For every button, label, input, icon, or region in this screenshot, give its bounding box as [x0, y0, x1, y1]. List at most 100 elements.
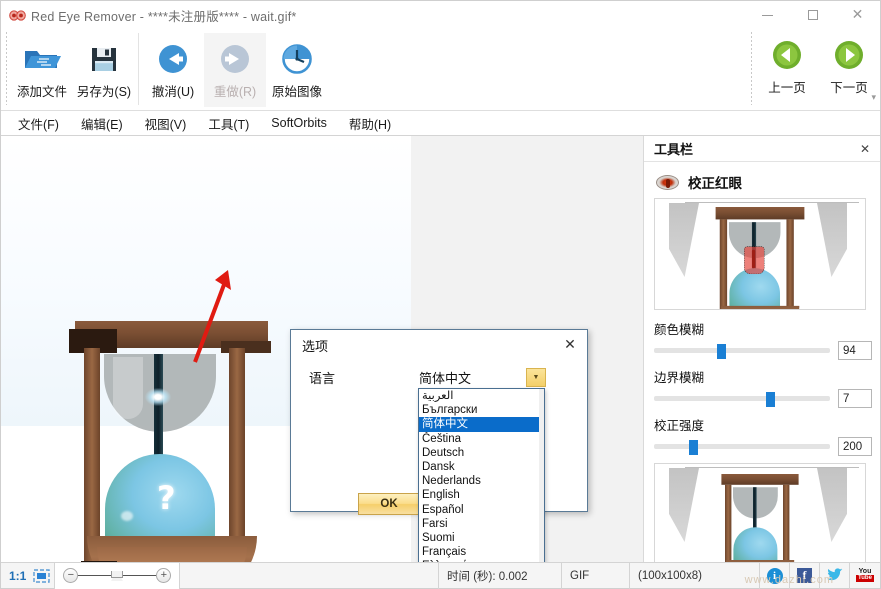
undo-button[interactable]: 撤消(U)	[142, 33, 204, 107]
info-button[interactable]: i	[760, 563, 790, 589]
dropdown-scrollbar[interactable]	[539, 389, 544, 562]
prev-page-label: 上一页	[768, 77, 806, 96]
slider-color-blur-track[interactable]	[654, 344, 830, 358]
preview-hourglass-1	[713, 207, 807, 310]
facebook-icon: f	[797, 568, 812, 583]
language-option[interactable]: Български	[419, 403, 544, 417]
original-image-label: 原始图像	[272, 81, 322, 100]
preview-thumbnail-1[interactable]	[654, 198, 866, 310]
floppy-save-icon	[89, 39, 119, 79]
zoom-in-button[interactable]: +	[156, 568, 171, 583]
tool-panel: 工具栏 ✕ 校正红眼	[644, 136, 880, 562]
active-tool-name: 校正红眼	[688, 172, 742, 192]
language-selected-value: 简体中文	[419, 368, 526, 387]
info-icon: i	[767, 568, 783, 584]
slider-edge-blur-track[interactable]	[654, 392, 830, 406]
format-cell: GIF	[562, 563, 630, 589]
slider-color-blur: 颜色模糊 94	[654, 319, 872, 360]
menu-bar: 文件(F) 编辑(E) 视图(V) 工具(T) SoftOrbits 帮助(H)	[1, 111, 880, 136]
image-canvas[interactable]: ? 选项 ✕ 语言	[1, 136, 644, 562]
slider-edge-blur-value[interactable]: 7	[838, 389, 872, 408]
redo-label: 重做(R)	[214, 81, 256, 100]
menu-help[interactable]: 帮助(H)	[338, 111, 402, 136]
menu-tools[interactable]: 工具(T)	[197, 111, 260, 136]
open-folder-icon	[23, 39, 61, 79]
social-links: i f You Tube	[760, 563, 880, 589]
undo-label: 撤消(U)	[152, 81, 194, 100]
language-option[interactable]: Ελληνικά	[419, 559, 544, 562]
youtube-icon-bottom: Tube	[856, 575, 874, 582]
language-option[interactable]: Farsi	[419, 517, 544, 531]
slider-color-blur-thumb[interactable]	[717, 344, 726, 359]
add-file-button[interactable]: 添加文件	[11, 33, 73, 107]
active-tool-row[interactable]: 校正红眼	[656, 172, 872, 192]
language-option[interactable]: Français	[419, 545, 544, 559]
window-title: Red Eye Remover - ****未注册版**** - wait.gi…	[31, 6, 296, 25]
slider-correction-strength-track[interactable]	[654, 440, 830, 454]
language-combobox[interactable]: 简体中文 ▼	[419, 368, 546, 387]
maximize-button[interactable]	[790, 1, 835, 29]
dimensions-cell: (100x100x8)	[630, 563, 760, 589]
original-image-button[interactable]: 原始图像	[266, 33, 328, 107]
tool-panel-close-button[interactable]: ✕	[856, 140, 874, 158]
tool-panel-content: 校正红眼	[644, 162, 880, 562]
menu-edit[interactable]: 编辑(E)	[70, 111, 134, 136]
red-eye-icon	[656, 175, 679, 190]
ribbon-expand-icon[interactable]: ▾	[871, 92, 876, 103]
prev-page-button[interactable]: 上一页	[756, 29, 818, 103]
language-option[interactable]: العربية	[419, 389, 544, 403]
zoom-slider[interactable]: − +	[55, 563, 180, 589]
minimize-button[interactable]	[745, 1, 790, 29]
ribbon-file-group: 添加文件 另存为(S)	[11, 29, 135, 111]
add-file-label: 添加文件	[17, 81, 67, 100]
red-eye-selection-marquee	[744, 247, 764, 275]
undo-arrow-icon	[157, 39, 189, 79]
redo-button[interactable]: 重做(R)	[204, 33, 266, 107]
slider-color-blur-value[interactable]: 94	[838, 341, 872, 360]
chevron-down-icon[interactable]: ▼	[526, 368, 546, 387]
slider-correction-strength: 校正强度 200	[654, 415, 872, 456]
close-window-button[interactable]: ✕	[835, 1, 880, 29]
language-option[interactable]: 简体中文	[419, 417, 544, 431]
slider-edge-blur-thumb[interactable]	[766, 392, 775, 407]
menu-softorbits[interactable]: SoftOrbits	[260, 113, 338, 133]
preview-thumbnail-2[interactable]	[654, 463, 866, 562]
language-option[interactable]: Deutsch	[419, 446, 544, 460]
hourglass-image: ?	[69, 321, 274, 562]
menu-view[interactable]: 视图(V)	[134, 111, 198, 136]
slider-color-blur-label: 颜色模糊	[654, 319, 872, 338]
clock-history-icon	[281, 39, 313, 79]
zoom-ratio-cell[interactable]: 1:1	[1, 563, 55, 589]
save-as-label: 另存为(S)	[77, 81, 131, 100]
dialog-close-button[interactable]: ✕	[559, 334, 581, 356]
language-dropdown-list[interactable]: العربيةБългарски简体中文ČeštinaDeutschDanskN…	[418, 388, 545, 562]
youtube-button[interactable]: You Tube	[850, 563, 880, 589]
zoom-slider-handle[interactable]	[111, 571, 123, 581]
facebook-button[interactable]: f	[790, 563, 820, 589]
twitter-button[interactable]	[820, 563, 850, 589]
slider-correction-strength-value[interactable]: 200	[838, 437, 872, 456]
title-bar: Red Eye Remover - ****未注册版**** - wait.gi…	[1, 1, 880, 29]
dialog-title-bar: 选项 ✕	[291, 330, 587, 360]
youtube-icon-top: You	[859, 568, 872, 575]
tool-panel-title: 工具栏	[654, 139, 693, 158]
zoom-out-button[interactable]: −	[63, 568, 78, 583]
tool-panel-header: 工具栏 ✕	[644, 136, 880, 162]
language-option[interactable]: English	[419, 488, 544, 502]
prev-green-arrow-icon	[771, 35, 803, 75]
slider-edge-blur: 边界模糊 7	[654, 367, 872, 408]
language-row: 语言 简体中文 ▼	[291, 360, 587, 387]
slider-correction-strength-thumb[interactable]	[689, 440, 698, 455]
language-option[interactable]: Nederlands	[419, 474, 544, 488]
menu-file[interactable]: 文件(F)	[7, 111, 70, 136]
save-as-button[interactable]: 另存为(S)	[73, 33, 135, 107]
language-option[interactable]: Suomi	[419, 531, 544, 545]
language-option[interactable]: Čeština	[419, 432, 544, 446]
main-body: ? 选项 ✕ 语言	[1, 136, 880, 562]
fit-to-screen-icon[interactable]	[33, 569, 50, 583]
dialog-ok-button[interactable]: OK	[358, 493, 420, 515]
language-option[interactable]: Dansk	[419, 460, 544, 474]
language-option[interactable]: Español	[419, 503, 544, 517]
next-green-arrow-icon	[833, 35, 865, 75]
time-cell: 时间 (秒): 0.002	[439, 563, 562, 589]
